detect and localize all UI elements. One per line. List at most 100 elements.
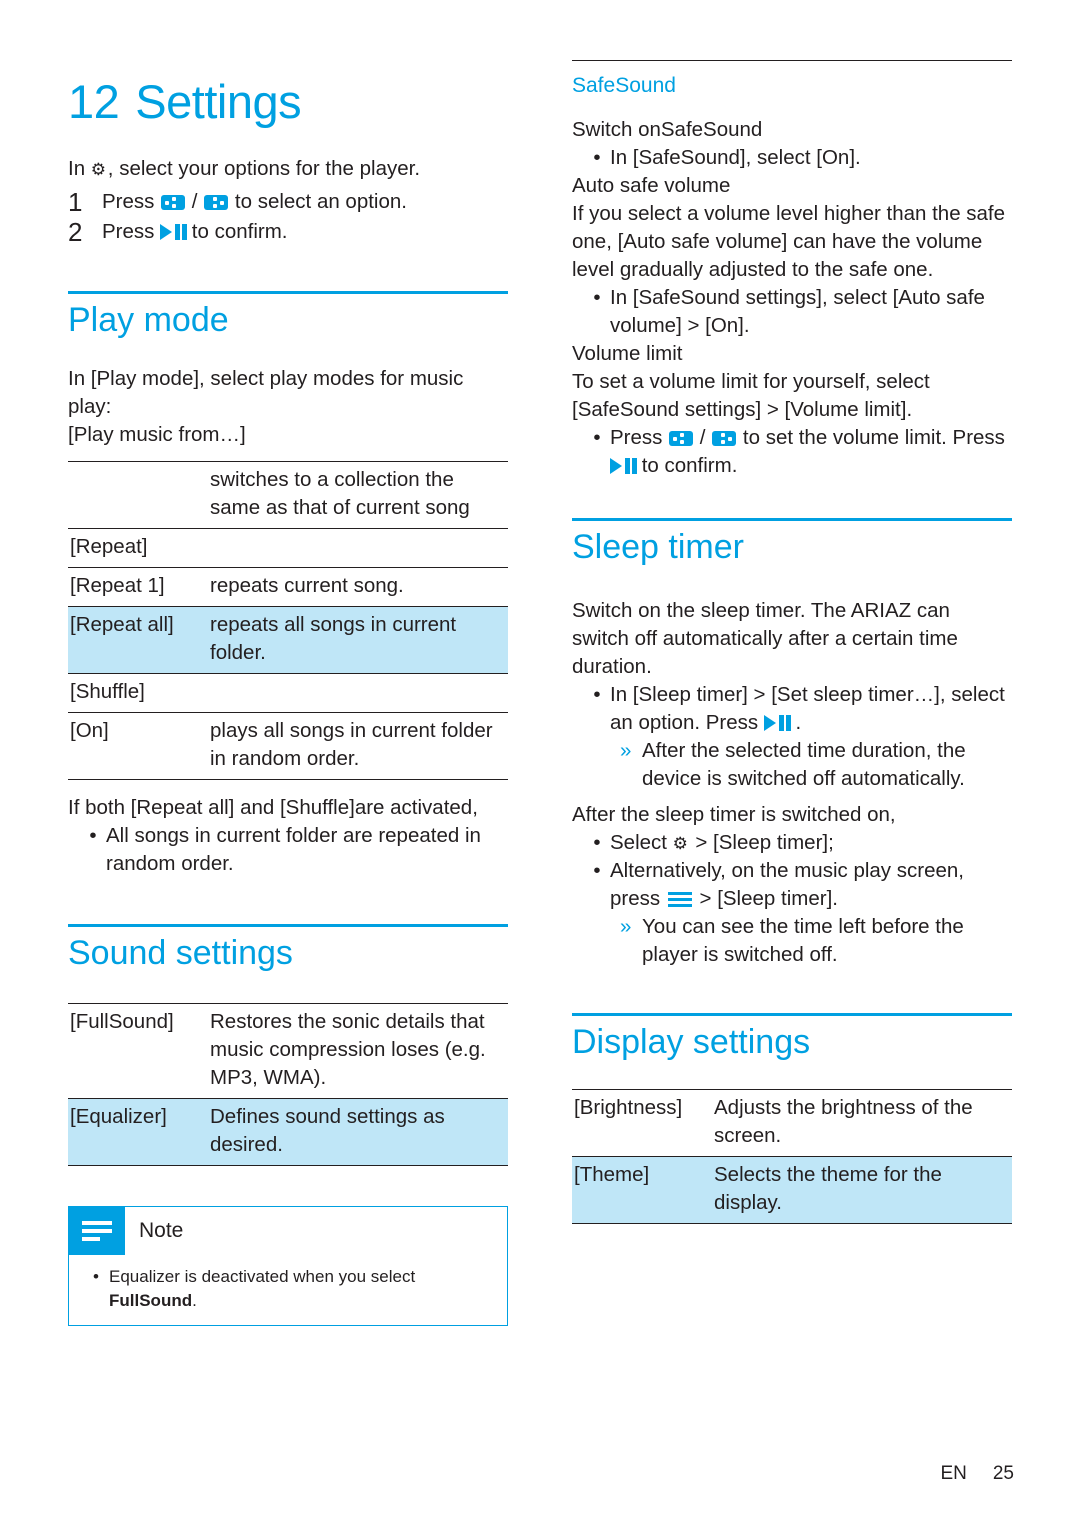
arrow-text: After the selected time duration, the de… bbox=[642, 738, 966, 790]
safesound-heading: SafeSound bbox=[572, 74, 676, 97]
st-b2-post: > [Sleep timer]; bbox=[689, 830, 834, 854]
note-text-bold: FullSound bbox=[109, 1290, 193, 1310]
bullet-text: Press / to set the volume limit. Press t… bbox=[610, 424, 1012, 480]
note-title: Note bbox=[139, 1218, 184, 1242]
bullet-dot: • bbox=[593, 858, 601, 882]
st-b3-post: > [Sleep timer]. bbox=[693, 886, 838, 910]
page-footer: EN 25 bbox=[0, 1463, 1080, 1485]
bullet-text: All songs in current folder are repeated… bbox=[106, 824, 481, 876]
note-body: • Equalizer is deactivated when you sele… bbox=[69, 1255, 507, 1325]
volume-limit-bullets: • Press / to set the volume limit. Press… bbox=[572, 424, 1012, 480]
list-item: • In [SafeSound settings], select [Auto s… bbox=[572, 284, 1012, 340]
cell-desc: repeats current song. bbox=[210, 574, 404, 598]
sleep-timer-bullets-2: • Select ⚙ > [Sleep timer]; • Alternativ… bbox=[572, 829, 1012, 913]
note-box: Note • Equalizer is deactivated when you… bbox=[68, 1205, 508, 1326]
after-sleep-timer-title: After the sleep timer is switched on, bbox=[572, 802, 896, 826]
cell-desc: Selects the theme for the display. bbox=[714, 1162, 942, 1214]
menu-icon bbox=[667, 891, 692, 907]
list-item: » You can see the time left before the pl… bbox=[606, 913, 1012, 969]
right-column: SafeSound Switch onSafeSound • In [SafeSo… bbox=[572, 60, 1012, 1224]
list-item: • In [SafeSound], select [On]. bbox=[572, 144, 1012, 172]
step-1: 1 Press / to select an option. bbox=[68, 187, 508, 217]
cell-desc: Restores the sonic details that music co… bbox=[210, 1009, 486, 1089]
table-row: [On] plays all songs in current folder i… bbox=[68, 712, 508, 780]
manual-page: 12 Settings In ⚙, select your options for… bbox=[0, 0, 1080, 1527]
step-2-text: Press to confirm. bbox=[102, 217, 508, 247]
bullet-dot: • bbox=[593, 682, 601, 706]
arrow-icon: » bbox=[620, 914, 632, 938]
previous-button-icon bbox=[161, 195, 186, 210]
play-mode-intro-1: In [Play mode], select play modes for mu… bbox=[68, 367, 464, 419]
play-pause-icon bbox=[763, 714, 791, 731]
bullet-dot: • bbox=[593, 146, 601, 170]
table-row: [Brightness] Adjusts the brightness of t… bbox=[572, 1089, 1012, 1156]
vl-mid: / bbox=[694, 426, 712, 450]
sleep-timer-bullets-1: • In [Sleep timer] > [Set sleep timer…],… bbox=[572, 681, 1012, 737]
cell-label: [Theme] bbox=[574, 1162, 650, 1186]
intro-lead-post: , select your options for the player. bbox=[107, 157, 421, 180]
bullet-dot: • bbox=[89, 824, 97, 848]
step-2-number: 2 bbox=[68, 217, 83, 247]
chapter-heading: 12 Settings bbox=[68, 60, 508, 125]
list-item: » After the selected time duration, the d… bbox=[606, 737, 1012, 793]
footer-page-number: 25 bbox=[992, 1463, 1014, 1484]
cell-desc: switches to a collection the same as tha… bbox=[210, 468, 470, 520]
play-mode-both-line: If both [Repeat all] and [Shuffle]are ac… bbox=[68, 796, 478, 820]
step-1-post: to select an option. bbox=[229, 190, 407, 213]
volume-limit-body: To set a volume limit for yourself, sele… bbox=[572, 370, 930, 422]
gear-icon: ⚙ bbox=[672, 833, 688, 853]
list-item: • In [Sleep timer] > [Set sleep timer…],… bbox=[572, 681, 1012, 737]
previous-button-icon bbox=[669, 431, 694, 447]
cell-label: [Brightness] bbox=[574, 1095, 683, 1119]
cell-label bbox=[68, 462, 208, 529]
footer-language: EN bbox=[940, 1463, 967, 1484]
list-item: • Select ⚙ > [Sleep timer]; bbox=[572, 829, 1012, 857]
cell-desc: plays all songs in current folder in ran… bbox=[210, 719, 493, 771]
table-row-highlighted: [Repeat all] repeats all songs in curren… bbox=[68, 606, 508, 674]
auto-safe-volume-title: Auto safe volume bbox=[572, 174, 731, 198]
bullet-text: In [SafeSound], select [On]. bbox=[610, 146, 861, 170]
display-settings-table: [Brightness] Adjusts the brightness of t… bbox=[572, 1089, 1012, 1224]
play-mode-heading: Play mode bbox=[68, 301, 229, 339]
sound-settings-heading: Sound settings bbox=[68, 934, 293, 973]
vl-end: to confirm. bbox=[636, 454, 738, 478]
note-item: • Equalizer is deactivated when you sele… bbox=[83, 1265, 499, 1313]
next-button-icon bbox=[712, 431, 737, 447]
note-text: Equalizer is deactivated when you select… bbox=[109, 1265, 499, 1313]
st-b1-pre: In [Sleep timer] > [Set sleep timer…], s… bbox=[610, 682, 1005, 734]
step-2: 2 Press to confirm. bbox=[68, 217, 508, 247]
cell-desc: Adjusts the brightness of the screen. bbox=[714, 1095, 973, 1147]
bullet-text: In [SafeSound settings], select [Auto sa… bbox=[610, 286, 985, 338]
cell-label: [Repeat 1] bbox=[70, 574, 165, 598]
table-row: switches to a collection the same as tha… bbox=[68, 461, 508, 529]
auto-safe-volume-bullets: • In [SafeSound settings], select [Auto s… bbox=[572, 284, 1012, 340]
arrow-text: You can see the time left before the pla… bbox=[642, 914, 964, 966]
sleep-timer-arrow-1: » After the selected time duration, the d… bbox=[572, 737, 1012, 793]
cell-desc: Defines sound settings as desired. bbox=[210, 1104, 445, 1156]
cell-desc bbox=[208, 529, 508, 568]
table-row: [Shuffle] bbox=[68, 674, 508, 713]
vl-post: to set the volume limit. Press bbox=[737, 426, 1005, 450]
note-text-post: . bbox=[192, 1290, 197, 1310]
list-item: • Press / to set the volume limit. Press… bbox=[572, 424, 1012, 480]
note-text-pre: Equalizer is deactivated when you select bbox=[109, 1266, 416, 1286]
step-1-text: Press / to select an option. bbox=[102, 187, 508, 217]
intro-lead: In ⚙, select your options for the player… bbox=[68, 155, 508, 183]
switch-on-safesound-title: Switch onSafeSound bbox=[572, 118, 763, 142]
arrow-icon: » bbox=[620, 738, 632, 762]
cell-desc: repeats all songs in current folder. bbox=[210, 613, 457, 665]
play-mode-bullets: • All songs in current folder are repeate… bbox=[68, 822, 508, 878]
bullet-text: Alternatively, on the music play screen,… bbox=[610, 857, 1012, 913]
sleep-timer-heading: Sleep timer bbox=[572, 528, 744, 567]
bullet-dot: • bbox=[593, 286, 601, 310]
list-item: • All songs in current folder are repeate… bbox=[68, 822, 508, 878]
play-mode-table: switches to a collection the same as tha… bbox=[68, 461, 508, 780]
note-header: Note bbox=[69, 1206, 507, 1255]
step-2-pre: Press bbox=[102, 220, 161, 243]
bullet-dot: • bbox=[593, 830, 601, 854]
table-row-highlighted: [Equalizer] Defines sound settings as de… bbox=[68, 1098, 508, 1166]
cell-label: [On] bbox=[70, 719, 109, 743]
table-row: [FullSound] Restores the sonic details t… bbox=[68, 1003, 508, 1098]
cell-desc bbox=[208, 674, 508, 713]
volume-limit-title: Volume limit bbox=[572, 342, 683, 366]
